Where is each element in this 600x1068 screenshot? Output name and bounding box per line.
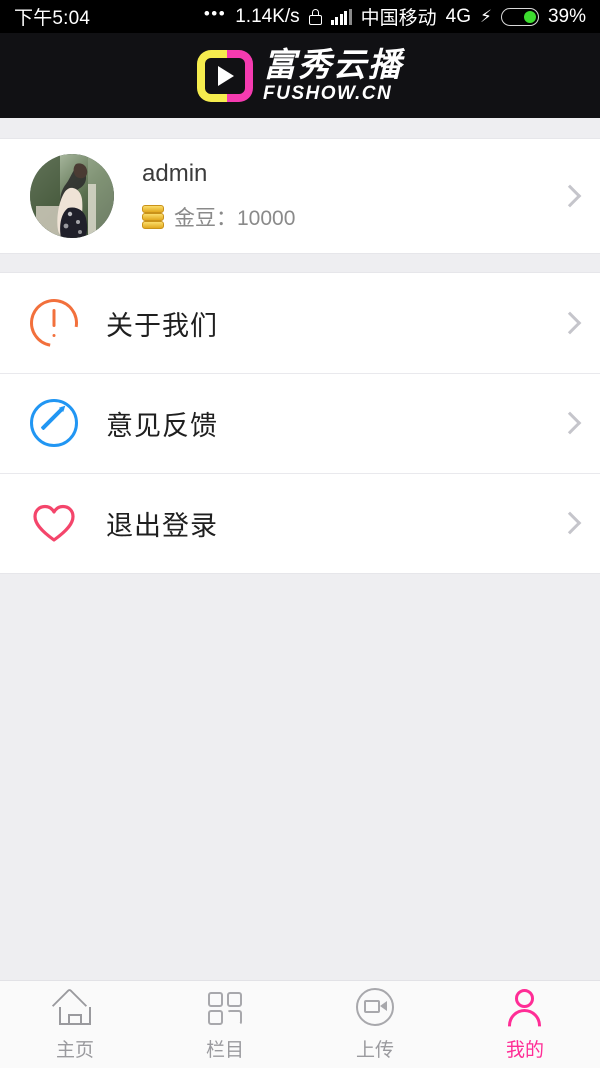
menu-item-feedback[interactable]: 意见反馈: [0, 373, 600, 473]
coin-balance-label: 金豆：10000: [174, 207, 296, 230]
chevron-right-icon[interactable]: [558, 184, 582, 208]
battery-percent: 39%: [547, 5, 586, 27]
coin-balance: 金豆：10000: [142, 202, 295, 232]
settings-menu: 关于我们 意见反馈 退出登录: [0, 272, 600, 574]
app-screen: 下午5:04 ••• 1.14K/s 中国移动 4G ⚡ 39% 富秀云播 FU: [0, 0, 600, 1068]
profile-info: admin 金豆：10000: [142, 160, 295, 232]
signal-bars-icon: [330, 8, 352, 25]
username: admin: [142, 160, 208, 187]
video-upload-icon: [354, 987, 396, 1027]
brand-logo: 富秀云播 FUSHOW.CN: [197, 48, 403, 103]
bottom-navigation: 主页 栏目 上传 我的: [0, 980, 600, 1068]
network-speed: 1.14K/s: [235, 5, 300, 27]
menu-item-label: 退出登录: [106, 510, 218, 541]
status-bar: 下午5:04 ••• 1.14K/s 中国移动 4G ⚡ 39%: [0, 0, 600, 33]
edit-pen-circle-icon: [30, 399, 78, 447]
person-profile-icon: [504, 987, 546, 1027]
status-indicators: ••• 1.14K/s 中国移动 4G ⚡ 39%: [204, 3, 586, 30]
menu-item-about[interactable]: 关于我们: [0, 273, 600, 373]
fushow-play-logo-icon: [197, 49, 253, 102]
profile-card[interactable]: admin 金豆：10000: [0, 138, 600, 254]
brand-text: 富秀云播 FUSHOW.CN: [263, 48, 403, 103]
app-header: 富秀云播 FUSHOW.CN: [0, 33, 600, 118]
user-avatar-photo: [30, 154, 114, 238]
tab-label: 栏目: [205, 1040, 244, 1061]
tab-label: 主页: [55, 1040, 94, 1061]
home-icon: [51, 987, 96, 1027]
network-type: 4G: [445, 5, 472, 27]
tab-upload[interactable]: 上传: [300, 981, 450, 1068]
tab-profile[interactable]: 我的: [450, 981, 600, 1068]
spacer-middle: [0, 254, 600, 272]
status-time: 下午5:04: [14, 8, 91, 29]
tab-columns[interactable]: 栏目: [150, 981, 300, 1068]
tab-home[interactable]: 主页: [0, 981, 150, 1068]
spacer-top: [0, 118, 600, 138]
menu-item-label: 意见反馈: [106, 410, 218, 441]
avatar[interactable]: [30, 154, 114, 238]
more-dots-icon: •••: [203, 3, 227, 23]
exclamation-circle-icon: [20, 289, 88, 357]
battery-icon: [500, 7, 539, 26]
gold-coin-stack-icon: [142, 205, 164, 229]
brand-name-en: FUSHOW.CN: [263, 83, 393, 104]
menu-item-label: 关于我们: [106, 310, 218, 341]
menu-item-logout[interactable]: 退出登录: [0, 473, 600, 573]
carrier-name: 中国移动: [360, 8, 437, 29]
tab-label: 我的: [505, 1040, 544, 1061]
heart-outline-icon: [30, 499, 78, 547]
lightning-bolt-icon: ⚡: [480, 6, 492, 26]
lock-icon: [308, 8, 322, 25]
chevron-right-icon[interactable]: [558, 411, 582, 435]
brand-name-cn: 富秀云播: [263, 46, 403, 83]
chevron-right-icon[interactable]: [558, 311, 582, 335]
grid-columns-icon: [204, 987, 246, 1027]
chevron-right-icon[interactable]: [558, 511, 582, 535]
tab-label: 上传: [355, 1040, 394, 1061]
